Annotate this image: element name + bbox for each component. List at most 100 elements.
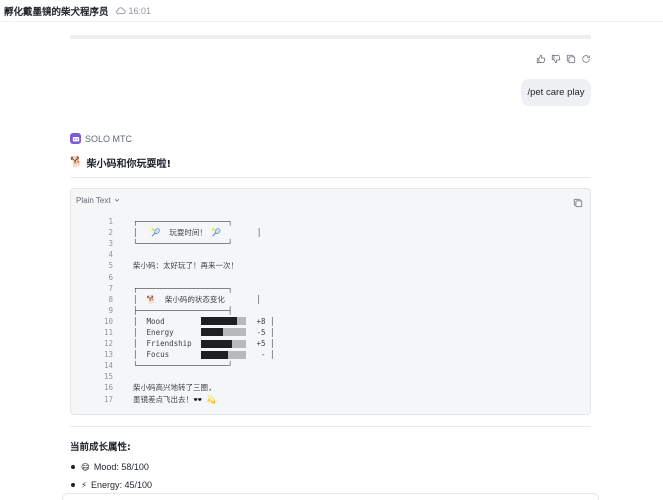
code-line: 14 └────────────────────┘ [71,360,590,371]
stat-value: +5 [256,339,266,349]
code-line: 8 │ 🐕 柴小码的状态变化 │ [71,294,590,305]
thumbs-down-icon[interactable] [550,53,561,64]
bullet [71,483,75,487]
line-number: 12 [103,339,113,349]
cloud-icon [115,5,126,16]
line-number: 5 [108,261,113,271]
code-line: 13 │ Focus - │ [71,349,590,360]
code-line: 15 [71,371,590,382]
stat-bar [200,339,246,348]
line-number: 15 [103,372,113,382]
attribute-text: Energy: 45/100 [90,480,153,490]
code-line: 11 │ Energy -5 │ [71,327,590,338]
code-line: 7 ┌────────────────────┐ [71,283,590,294]
list-item: ⚡ Energy: 45/100 [70,476,152,494]
attribute-text: Mood: 58/100 [93,462,149,472]
code-line-text: 柴小码高兴地转了三圈, [133,383,213,393]
attributes-heading: 当前成长属性: [70,442,131,453]
language-label: Plain Text [76,196,111,205]
line-number: 7 [108,283,113,293]
bot-header: SOLO MTC [70,133,132,144]
code-line-text: 墨镜差点飞出去！🕶️ 💫 [133,394,217,404]
language-selector[interactable]: Plain Text [76,196,120,205]
code-line-text: ┌────────────────────┐ [133,217,233,227]
code-line: 4 [71,249,590,260]
code-line-text: ┌────────────────────┐ [133,283,233,293]
stat-row-mood: │ Mood +8 │ [133,316,275,326]
divider [70,426,591,427]
code-line: 1 ┌────────────────────┐ [71,216,590,227]
code-line: 3 └────────────────────┘ [71,238,590,249]
code-lines: 1 ┌────────────────────┐ 2 │ 🎾 玩耍时间！ 🎾 │ 3 └─… [71,216,590,405]
stat-value: +8 [256,316,266,326]
code-line-text: └────────────────────┘ [133,239,233,249]
copy-code-icon[interactable] [573,195,583,208]
code-line: 5 柴小码：太好玩了！再来一次！ [71,260,590,271]
code-line: 10 │ Mood +8 │ [71,316,590,327]
stat-bar [200,350,246,359]
chevron-down-icon [114,196,120,205]
stat-label: Friendship [146,339,192,349]
line-number: 1 [108,217,113,227]
line-number: 16 [103,383,113,393]
bullet [71,465,75,469]
line-number: 4 [108,250,113,260]
attributes-list: 😄 Mood: 58/100 ⚡ Energy: 45/100 [70,458,152,494]
user-message-bubble: /pet care play [521,79,591,106]
stat-bar-fill [200,328,224,337]
stat-bar-fill [200,317,237,326]
stat-value: -5 [256,327,266,337]
line-number: 10 [103,316,113,326]
user-message-text: /pet care play [527,87,585,98]
chat-input-box[interactable] [62,493,599,500]
line-number: 2 [108,228,113,238]
stat-row-focus: │ Focus - │ [133,350,275,360]
bot-avatar-icon [70,133,81,144]
stat-label: Mood [146,316,165,326]
code-line-text: ├────────────────────┤ [133,305,233,315]
previous-message-end [70,30,591,39]
code-line: 9 ├────────────────────┤ [71,305,590,316]
divider [70,177,591,178]
stat-label: Energy [146,327,174,337]
code-line: 6 [71,271,590,282]
copy-icon[interactable] [565,53,576,64]
bot-name: SOLO MTC [85,133,133,144]
attribute-icon: ⚡ [81,479,87,490]
stat-row-energy: │ Energy -5 │ [133,327,275,337]
dog-icon: 🐕 [70,157,83,168]
reply-heading-text: 柴小码和你玩耍啦! [86,159,172,170]
thumbs-up-icon[interactable] [535,53,546,64]
stat-row-friendship: │ Friendship +5 │ [133,339,275,349]
line-number: 9 [108,305,113,315]
stat-bar-fill [200,350,228,359]
reply-heading: 🐕 柴小码和你玩耍啦! [70,155,171,170]
code-line: 17 墨镜差点飞出去！🕶️ 💫 [71,394,590,405]
top-bar: 孵化戴墨镜的柴犬程序员 16:01 [0,0,663,22]
code-line-text: │ 🐕 柴小码的状态变化 │ [133,294,262,304]
code-line-text: └────────────────────┘ [133,361,233,371]
code-line: 2 │ 🎾 玩耍时间！ 🎾 │ [71,227,590,238]
line-number: 14 [103,361,113,371]
stat-bar [200,328,246,337]
line-number: 13 [103,350,113,360]
refresh-icon[interactable] [580,53,591,64]
saved-time: 16:01 [128,5,152,16]
attribute-icon: 😄 [81,461,90,472]
stat-value: - [261,350,266,360]
code-line: 16 柴小码高兴地转了三圈, [71,382,590,393]
list-item: 😄 Mood: 58/100 [70,458,152,476]
line-number: 3 [108,239,113,249]
chat-title: 孵化戴墨镜的柴犬程序员 [4,6,109,18]
stat-bar [200,317,246,326]
line-number: 17 [103,394,113,404]
stat-bar-fill [200,339,233,348]
code-line-text: │ 🎾 玩耍时间！ 🎾 │ [133,228,262,238]
code-line: 12 │ Friendship +5 │ [71,338,590,349]
line-number: 8 [108,294,113,304]
message-actions [535,53,591,64]
code-block: Plain Text 1 ┌────────────────────┐ 2 │ 🎾 玩… [70,188,591,415]
stat-label: Focus [146,350,170,360]
code-line-text: 柴小码：太好玩了！再来一次！ [133,261,238,271]
line-number: 6 [108,272,113,282]
